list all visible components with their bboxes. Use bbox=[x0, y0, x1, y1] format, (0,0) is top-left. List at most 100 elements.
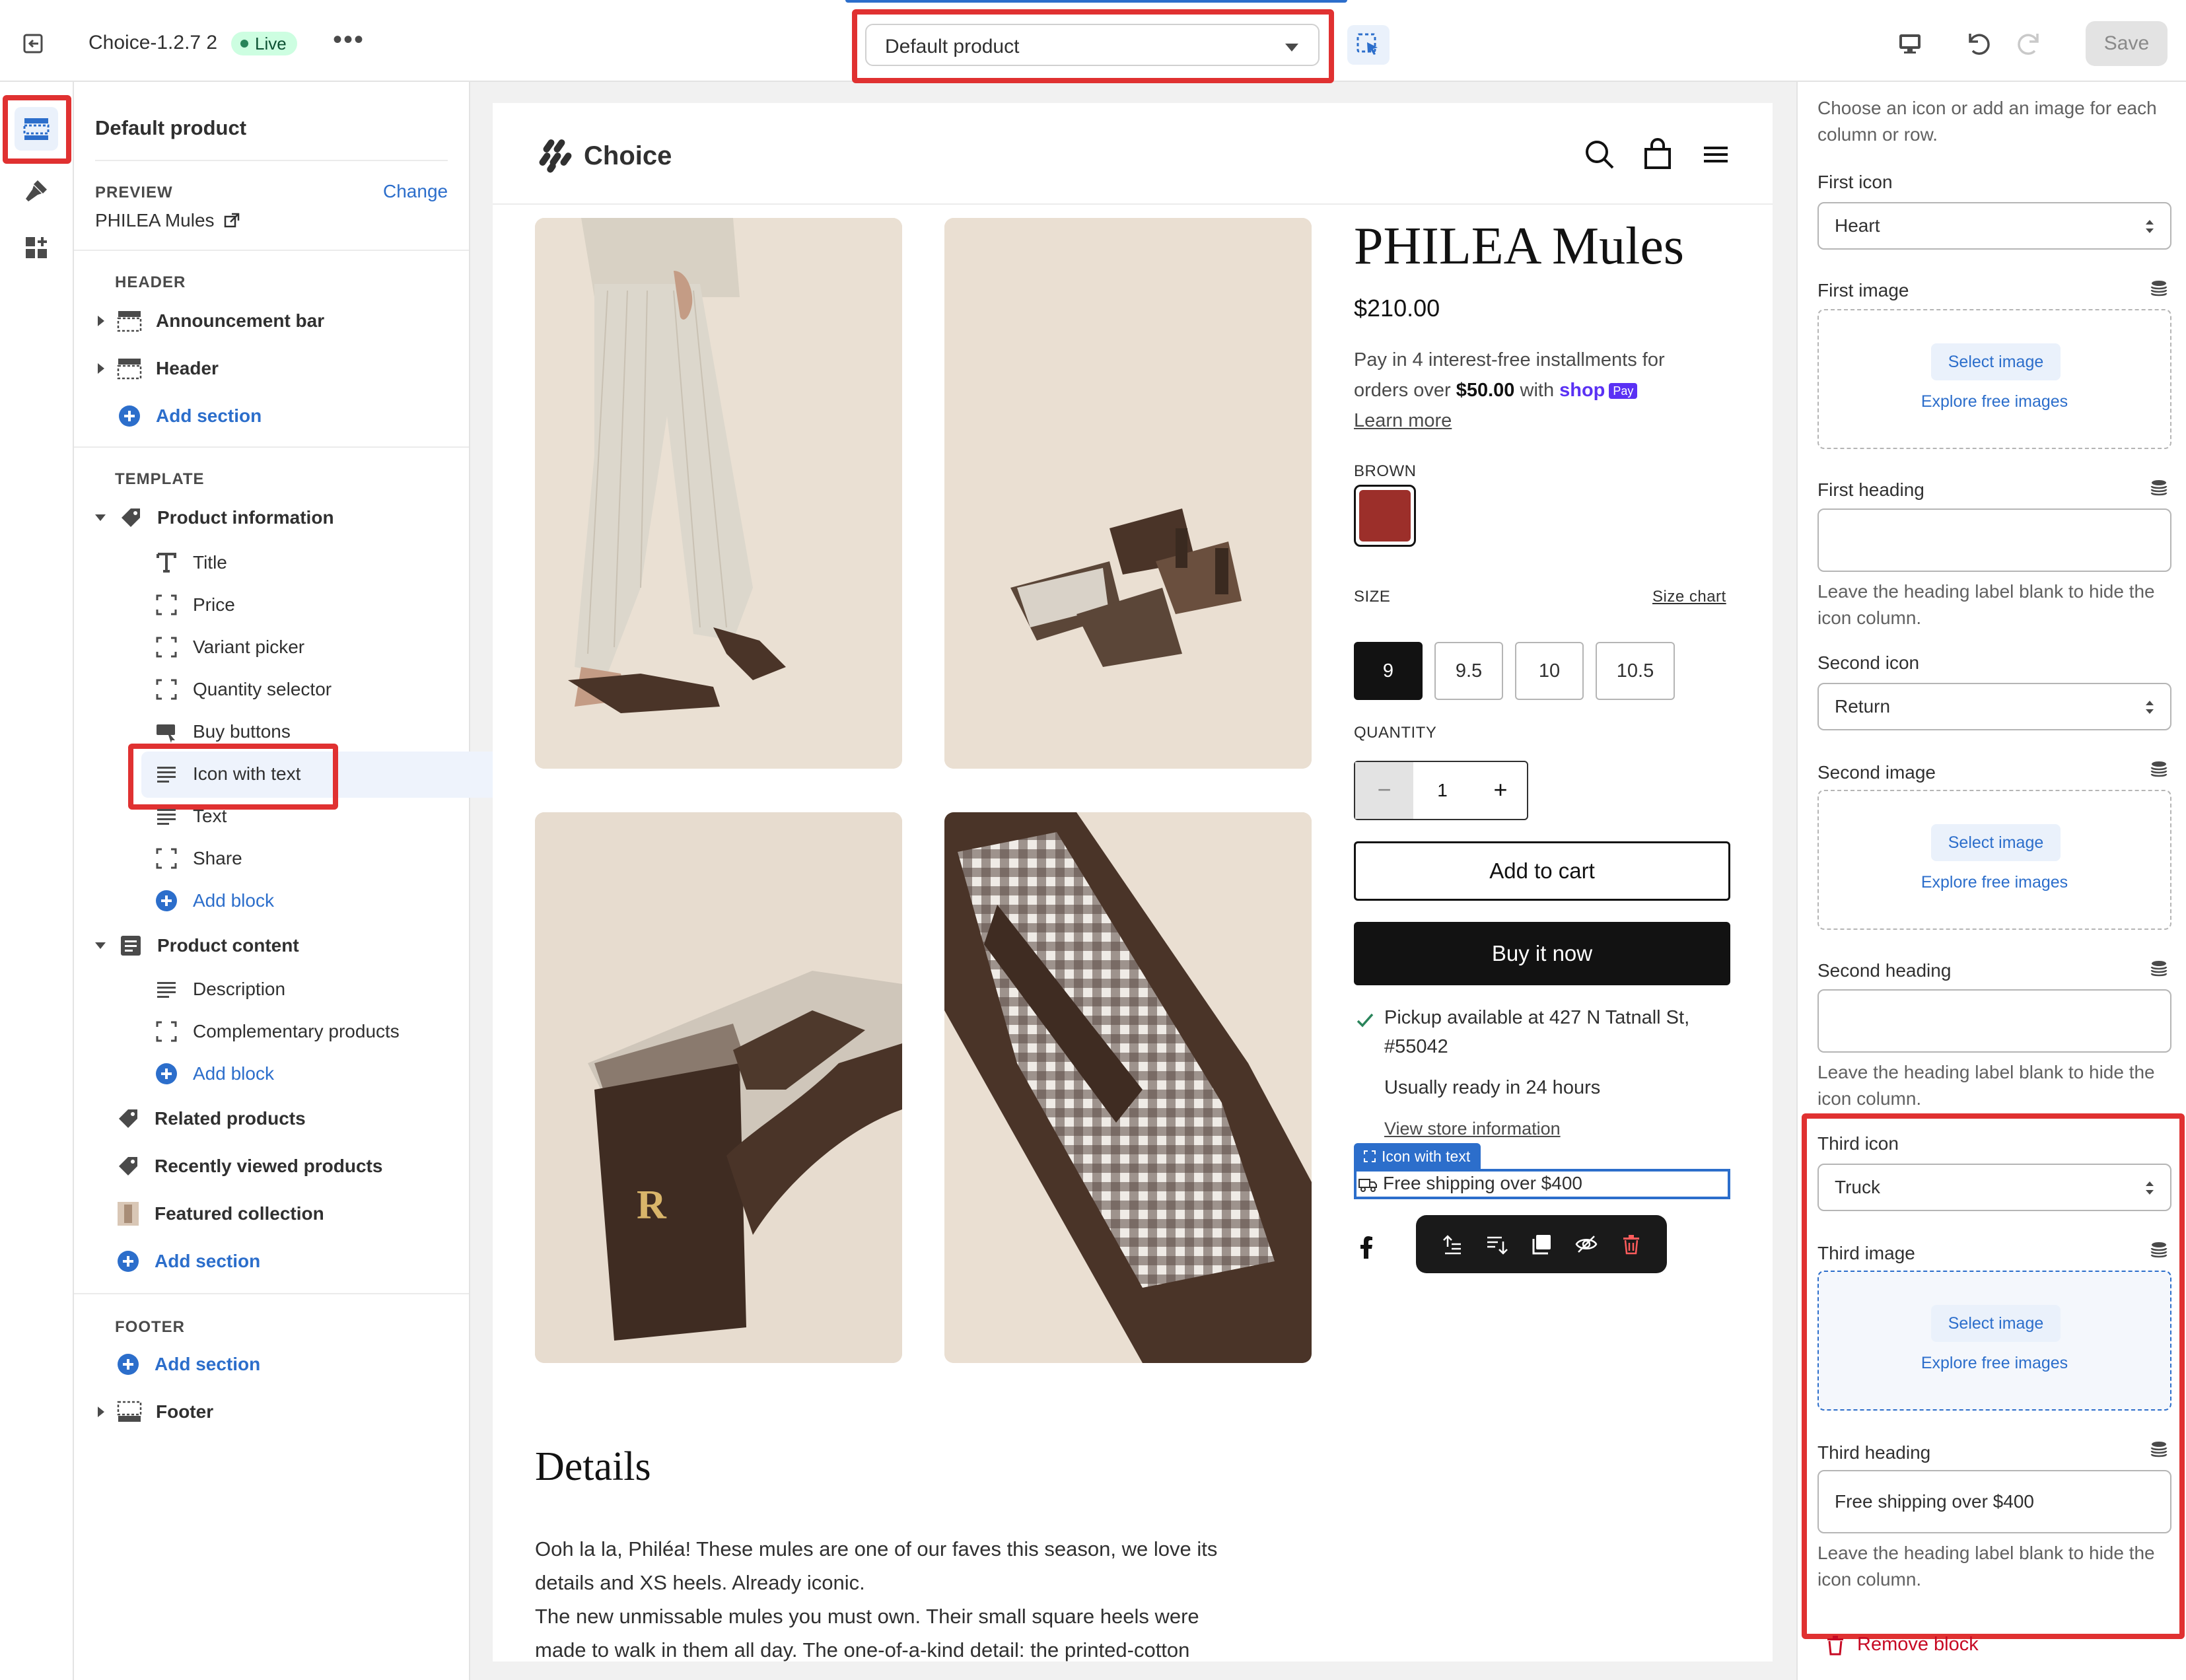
block-text[interactable]: Text bbox=[153, 798, 227, 835]
first-icon-select[interactable]: Heart bbox=[1817, 202, 2171, 250]
desktop-view-icon[interactable] bbox=[1894, 28, 1926, 59]
more-actions-icon[interactable]: ••• bbox=[333, 25, 365, 55]
menu-icon[interactable] bbox=[1699, 137, 1733, 172]
delete-trash-icon[interactable] bbox=[1619, 1232, 1643, 1256]
block-label: Price bbox=[193, 594, 235, 615]
save-button[interactable]: Save bbox=[2086, 21, 2168, 66]
first-heading-input[interactable] bbox=[1817, 508, 2171, 572]
quantity-decrease-button[interactable]: − bbox=[1355, 762, 1413, 819]
view-store-info-link[interactable]: View store information bbox=[1384, 1113, 1561, 1144]
add-section-footer[interactable]: Add section bbox=[115, 1346, 260, 1383]
collapse-arrow-icon[interactable] bbox=[95, 514, 106, 521]
remove-block-button[interactable]: Remove block bbox=[1825, 1634, 1979, 1656]
add-circle-icon bbox=[115, 1351, 141, 1378]
section-featured-collection[interactable]: Featured collection bbox=[115, 1195, 324, 1232]
expand-arrow-icon[interactable] bbox=[98, 1407, 104, 1417]
store-logo[interactable]: Choice bbox=[536, 137, 672, 174]
select-image-button[interactable]: Select image bbox=[1931, 824, 2061, 861]
block-quantity-selector[interactable]: Quantity selector bbox=[153, 671, 332, 708]
product-photo-model[interactable] bbox=[535, 218, 902, 769]
section-label: Footer bbox=[156, 1401, 214, 1422]
redo-icon[interactable] bbox=[2013, 26, 2046, 59]
add-block-product-information[interactable]: Add block bbox=[153, 882, 274, 919]
dynamic-source-icon[interactable] bbox=[2149, 1240, 2169, 1260]
dynamic-source-icon[interactable] bbox=[2149, 1440, 2169, 1459]
add-to-cart-button[interactable]: Add to cart bbox=[1354, 841, 1730, 901]
size-option[interactable]: 9 bbox=[1354, 642, 1423, 700]
theme-settings-brush-icon[interactable] bbox=[20, 174, 53, 207]
add-block-product-content[interactable]: Add block bbox=[153, 1055, 274, 1092]
apps-icon[interactable] bbox=[20, 231, 53, 264]
sections-icon[interactable] bbox=[15, 107, 58, 151]
undo-icon[interactable] bbox=[1961, 26, 1994, 59]
block-variant-picker[interactable]: Variant picker bbox=[153, 629, 304, 666]
dynamic-source-icon[interactable] bbox=[2149, 478, 2169, 498]
duplicate-icon[interactable] bbox=[1530, 1232, 1553, 1256]
explore-free-images-link[interactable]: Explore free images bbox=[1819, 1354, 2170, 1373]
expand-arrow-icon[interactable] bbox=[98, 316, 104, 326]
facebook-icon[interactable] bbox=[1359, 1236, 1374, 1259]
block-complementary-products[interactable]: Complementary products bbox=[153, 1013, 400, 1050]
block-label: Description bbox=[193, 979, 286, 999]
add-section-header[interactable]: Add section bbox=[116, 398, 262, 435]
block-share[interactable]: Share bbox=[153, 840, 242, 877]
select-image-button[interactable]: Select image bbox=[1931, 1305, 2061, 1342]
section-announcement-bar[interactable]: Announcement bar bbox=[98, 302, 324, 339]
buy-now-button[interactable]: Buy it now bbox=[1354, 922, 1730, 985]
add-section-template[interactable]: Add section bbox=[115, 1243, 260, 1280]
second-heading-input[interactable] bbox=[1817, 989, 2171, 1053]
size-option[interactable]: 10 bbox=[1515, 642, 1584, 700]
tag-icon bbox=[115, 1153, 141, 1179]
inspector-icon[interactable] bbox=[1347, 25, 1390, 65]
product-photo-heel[interactable]: R bbox=[535, 812, 902, 1363]
third-icon-select[interactable]: Truck bbox=[1817, 1164, 2171, 1211]
section-product-information[interactable]: Product information bbox=[95, 499, 334, 536]
explore-free-images-link[interactable]: Explore free images bbox=[1819, 873, 2170, 892]
template-select[interactable]: Default product bbox=[865, 24, 1320, 66]
learn-more-link[interactable]: Learn more bbox=[1354, 405, 1452, 436]
size-chart-link[interactable]: Size chart bbox=[1652, 588, 1726, 606]
select-arrows-icon bbox=[2146, 701, 2154, 714]
expand-arrow-icon[interactable] bbox=[98, 363, 104, 374]
explore-free-images-link[interactable]: Explore free images bbox=[1819, 392, 2170, 411]
pickup-ready-text: Usually ready in 24 hours bbox=[1384, 1077, 1601, 1098]
block-title[interactable]: Title bbox=[153, 544, 227, 581]
block-buy-buttons[interactable]: Buy buttons bbox=[153, 713, 291, 750]
section-footer[interactable]: Footer bbox=[98, 1393, 213, 1430]
product-photo-pair[interactable] bbox=[944, 218, 1312, 769]
second-icon-select[interactable]: Return bbox=[1817, 683, 2171, 730]
section-related-products[interactable]: Related products bbox=[115, 1100, 306, 1137]
preview-change-link[interactable]: Change bbox=[383, 181, 448, 202]
block-description[interactable]: Description bbox=[153, 971, 285, 1008]
size-label: SIZE bbox=[1354, 588, 1391, 606]
tag-icon bbox=[118, 505, 144, 531]
cart-bag-icon[interactable] bbox=[1640, 137, 1675, 172]
block-icon-with-text[interactable]: Icon with text bbox=[153, 755, 300, 792]
move-up-icon[interactable] bbox=[1440, 1232, 1463, 1256]
section-header[interactable]: Header bbox=[98, 350, 219, 387]
search-icon[interactable] bbox=[1582, 137, 1617, 172]
color-swatch-brown[interactable] bbox=[1354, 485, 1416, 547]
third-image-picker: Select image Explore free images bbox=[1817, 1271, 2171, 1411]
quantity-increase-button[interactable]: + bbox=[1471, 762, 1530, 819]
dynamic-source-icon[interactable] bbox=[2149, 759, 2169, 779]
third-heading-input[interactable]: Free shipping over $400 bbox=[1817, 1470, 2171, 1533]
size-option[interactable]: 10.5 bbox=[1596, 642, 1675, 700]
exit-icon[interactable] bbox=[20, 29, 49, 58]
select-image-button[interactable]: Select image bbox=[1931, 343, 2061, 380]
icon-with-text-block[interactable]: Free shipping over $400 bbox=[1354, 1169, 1730, 1199]
quantity-value[interactable]: 1 bbox=[1413, 762, 1471, 819]
preview-product[interactable]: PHILEA Mules bbox=[95, 210, 240, 231]
dynamic-source-icon[interactable] bbox=[2149, 279, 2169, 298]
size-option[interactable]: 9.5 bbox=[1434, 642, 1503, 700]
block-price[interactable]: Price bbox=[153, 586, 235, 623]
section-product-content[interactable]: Product content bbox=[95, 927, 299, 964]
collapse-arrow-icon[interactable] bbox=[95, 942, 106, 949]
sections-panel: Default product PREVIEW Change PHILEA Mu… bbox=[74, 82, 528, 1680]
section-layout-icon bbox=[116, 355, 143, 382]
hide-eye-icon[interactable] bbox=[1574, 1232, 1598, 1256]
product-photo-closeup[interactable] bbox=[944, 812, 1312, 1363]
section-recently-viewed[interactable]: Recently viewed products bbox=[115, 1148, 382, 1185]
move-down-icon[interactable] bbox=[1485, 1232, 1508, 1256]
dynamic-source-icon[interactable] bbox=[2149, 959, 2169, 979]
